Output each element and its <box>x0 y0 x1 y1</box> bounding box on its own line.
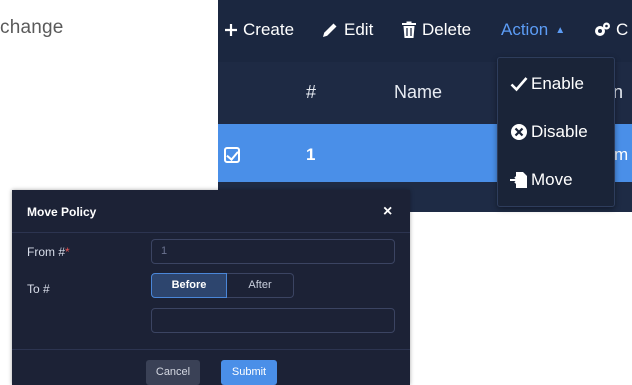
before-option[interactable]: Before <box>151 273 227 298</box>
check-icon <box>510 77 528 92</box>
action-dropdown-toggle[interactable]: Action ▲︎ <box>501 20 565 40</box>
column-header-number[interactable]: # <box>306 82 316 103</box>
delete-button[interactable]: Delete <box>401 20 471 40</box>
edit-label: Edit <box>344 20 374 39</box>
from-number-input[interactable]: 1 <box>151 239 395 264</box>
action-menu: Enable Disable Move <box>497 57 615 207</box>
delete-label: Delete <box>422 20 472 39</box>
to-label: To # <box>27 282 50 296</box>
edit-button[interactable]: Edit <box>321 20 373 40</box>
dialog-title: Move Policy <box>27 205 97 219</box>
cancel-button[interactable]: Cancel <box>146 360 200 385</box>
trash-icon <box>402 21 416 38</box>
footer-divider <box>12 349 410 350</box>
submit-button[interactable]: Submit <box>221 360 277 385</box>
position-toggle: Before After <box>151 273 294 298</box>
menu-item-disable[interactable]: Disable <box>510 122 588 142</box>
create-label: Create <box>243 20 295 39</box>
from-label: From #* <box>27 245 70 259</box>
menu-item-move[interactable]: Move <box>510 170 573 190</box>
after-option[interactable]: After <box>227 273 294 298</box>
move-file-icon <box>510 172 527 188</box>
dialog-header: Move Policy × <box>12 190 410 233</box>
required-mark: * <box>65 245 70 259</box>
row-partial-text: m <box>614 145 629 164</box>
menu-item-enable[interactable]: Enable <box>510 74 584 94</box>
row-number: 1 <box>306 145 316 164</box>
times-circle-icon <box>511 124 527 140</box>
columns-partial-label: C <box>616 20 629 39</box>
move-policy-dialog: Move Policy × From #* 1 To # Before Afte… <box>12 190 410 385</box>
pencil-icon <box>323 23 337 37</box>
close-icon[interactable]: × <box>383 203 392 221</box>
gears-icon <box>595 22 610 36</box>
column-header-name[interactable]: Name <box>394 82 442 103</box>
create-button[interactable]: Create <box>224 20 294 40</box>
plus-icon <box>225 24 237 36</box>
sort-caret-icon: ▲︎ <box>555 24 566 36</box>
background-change-text: change <box>0 17 64 38</box>
target-number-input[interactable] <box>151 308 395 333</box>
move-label: Move <box>531 170 573 189</box>
action-label: Action <box>501 20 549 39</box>
columns-button[interactable]: C <box>593 20 628 40</box>
disable-label: Disable <box>531 122 588 141</box>
enable-label: Enable <box>531 74 584 93</box>
row-checkbox[interactable] <box>224 147 240 163</box>
table-toolbar: Create Edit Delete Action ▲︎ C <box>218 0 632 62</box>
